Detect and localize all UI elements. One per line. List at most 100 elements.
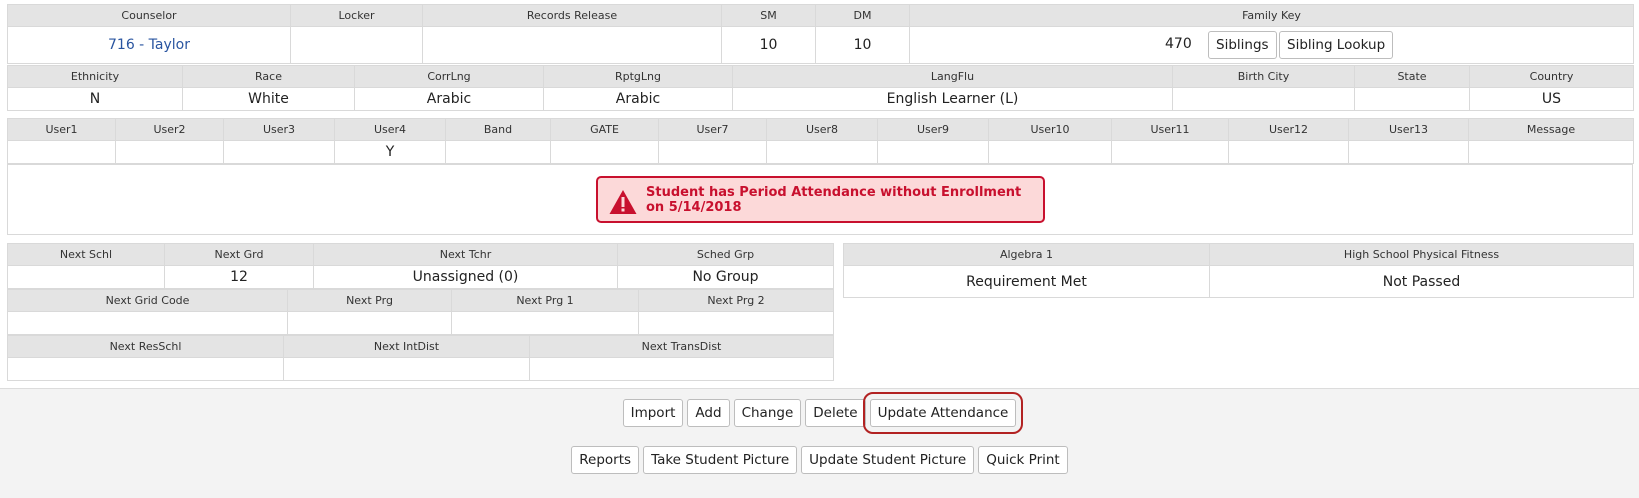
user1-value <box>7 140 116 164</box>
next-intdist-value <box>283 357 530 381</box>
siblings-button[interactable]: Siblings <box>1208 31 1277 59</box>
header-user10: User10 <box>988 118 1112 141</box>
sched-grp-value: No Group <box>617 265 834 289</box>
alert-message: Student has Period Attendance without En… <box>646 184 1022 215</box>
ethnicity-value: N <box>7 87 183 111</box>
header-records-release: Records Release <box>422 4 722 27</box>
header-langflu: LangFlu <box>732 65 1173 88</box>
header-user2: User2 <box>115 118 224 141</box>
import-button[interactable]: Import <box>622 399 684 427</box>
header-message: Message <box>1468 118 1634 141</box>
header-next-prg-2: Next Prg 2 <box>638 289 834 312</box>
header-hs-physical-fitness: High School Physical Fitness <box>1209 243 1634 266</box>
next-district-table: Next ResSchl Next IntDist Next TransDist <box>7 335 834 381</box>
take-student-picture-button[interactable]: Take Student Picture <box>643 446 798 474</box>
action-footer: Import Add Change Delete Update Attendan… <box>0 388 1639 498</box>
user10-value <box>988 140 1112 164</box>
quick-print-button[interactable]: Quick Print <box>978 446 1068 474</box>
header-rptglng: RptgLng <box>543 65 733 88</box>
rptglng-value: Arabic <box>543 87 733 111</box>
header-next-tchr: Next Tchr <box>313 243 618 266</box>
corrlng-value: Arabic <box>354 87 544 111</box>
next-prg-value <box>287 311 452 335</box>
demographics-table: Ethnicity Race CorrLng RptgLng LangFlu B… <box>7 65 1634 111</box>
header-race: Race <box>182 65 355 88</box>
user8-value <box>766 140 878 164</box>
family-key-value: 470 <box>1165 36 1192 52</box>
header-next-intdist: Next IntDist <box>283 335 530 358</box>
delete-button[interactable]: Delete <box>805 399 866 427</box>
header-next-schl: Next Schl <box>7 243 165 266</box>
header-next-grid-code: Next Grid Code <box>7 289 288 312</box>
user7-value <box>658 140 767 164</box>
header-user9: User9 <box>877 118 989 141</box>
header-user3: User3 <box>223 118 335 141</box>
sm-value: 10 <box>721 26 816 64</box>
family-key-cell: 470 Siblings Sibling Lookup <box>909 26 1634 64</box>
records-release-value <box>422 26 722 64</box>
counselor-table: Counselor Locker Records Release SM DM F… <box>7 4 1634 64</box>
state-value <box>1354 87 1470 111</box>
header-user11: User11 <box>1111 118 1229 141</box>
header-family-key: Family Key <box>909 4 1634 27</box>
user11-value <box>1111 140 1229 164</box>
header-band: Band <box>445 118 551 141</box>
header-corrlng: CorrLng <box>354 65 544 88</box>
user3-value <box>223 140 335 164</box>
header-next-resschl: Next ResSchl <box>7 335 284 358</box>
header-locker: Locker <box>290 4 423 27</box>
header-sm: SM <box>721 4 816 27</box>
langflu-value: English Learner (L) <box>732 87 1173 111</box>
header-gate: GATE <box>550 118 659 141</box>
update-attendance-button[interactable]: Update Attendance <box>862 392 1024 434</box>
change-button[interactable]: Change <box>733 399 802 427</box>
next-prg-1-value <box>451 311 639 335</box>
add-button[interactable]: Add <box>687 399 730 427</box>
next-resschl-value <box>7 357 284 381</box>
header-next-transdist: Next TransDist <box>529 335 834 358</box>
locker-value <box>290 26 423 64</box>
next-prg-2-value <box>638 311 834 335</box>
user-fields-table: User1 User2 User3 User4 Band GATE User7 … <box>7 118 1634 164</box>
gate-value <box>550 140 659 164</box>
country-value: US <box>1469 87 1634 111</box>
warning-triangle-icon <box>608 188 637 214</box>
header-user7: User7 <box>658 118 767 141</box>
header-state: State <box>1354 65 1470 88</box>
header-user4: User4 <box>334 118 446 141</box>
header-next-prg: Next Prg <box>287 289 452 312</box>
next-grd-value: 12 <box>164 265 314 289</box>
header-next-grd: Next Grd <box>164 243 314 266</box>
update-student-picture-button[interactable]: Update Student Picture <box>801 446 975 474</box>
message-value <box>1468 140 1634 164</box>
button-row-1: Import Add Change Delete Update Attendan… <box>0 392 1639 434</box>
next-schl-value <box>7 265 165 289</box>
next-school-table: Next Schl Next Grd Next Tchr Sched Grp 1… <box>7 243 834 289</box>
next-program-table: Next Grid Code Next Prg Next Prg 1 Next … <box>7 289 834 335</box>
header-user1: User1 <box>7 118 116 141</box>
header-ethnicity: Ethnicity <box>7 65 183 88</box>
user13-value <box>1348 140 1469 164</box>
band-value <box>445 140 551 164</box>
reports-button[interactable]: Reports <box>571 446 640 474</box>
sibling-lookup-button[interactable]: Sibling Lookup <box>1279 31 1394 59</box>
header-user8: User8 <box>766 118 878 141</box>
user4-value: Y <box>334 140 446 164</box>
header-user13: User13 <box>1348 118 1469 141</box>
next-transdist-value <box>529 357 834 381</box>
user2-value <box>115 140 224 164</box>
header-algebra-1: Algebra 1 <box>843 243 1210 266</box>
birth-city-value <box>1172 87 1355 111</box>
header-birth-city: Birth City <box>1172 65 1355 88</box>
algebra-1-value: Requirement Met <box>843 265 1210 298</box>
user9-value <box>877 140 989 164</box>
header-next-prg-1: Next Prg 1 <box>451 289 639 312</box>
header-counselor: Counselor <box>7 4 291 27</box>
counselor-link[interactable]: 716 - Taylor <box>108 37 190 53</box>
next-grid-code-value <box>7 311 288 335</box>
user12-value <box>1228 140 1349 164</box>
hs-physical-fitness-value: Not Passed <box>1209 265 1634 298</box>
race-value: White <box>182 87 355 111</box>
header-sched-grp: Sched Grp <box>617 243 834 266</box>
button-row-2: Reports Take Student Picture Update Stud… <box>0 446 1639 474</box>
